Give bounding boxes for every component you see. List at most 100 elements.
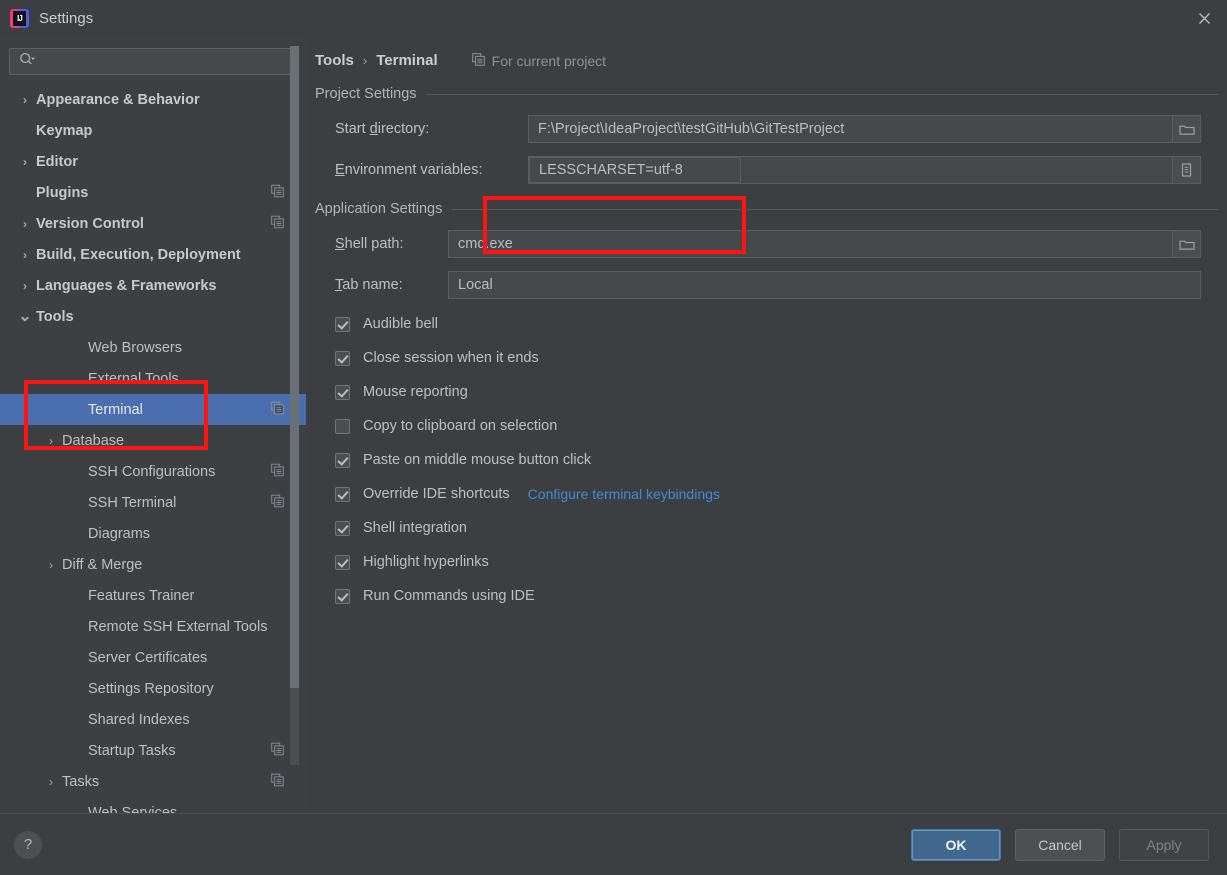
sidebar-item-features-trainer[interactable]: Features Trainer — [0, 580, 306, 611]
sidebar-item-remote-ssh-external-tools[interactable]: Remote SSH External Tools — [0, 611, 306, 642]
breadcrumb: Tools › Terminal For current project — [306, 36, 1227, 69]
checkbox-highlight-hyperlinks[interactable] — [335, 554, 350, 570]
checkbox-row-audible-bell[interactable]: Audible bell — [315, 307, 1218, 341]
project-scope-icon — [271, 463, 284, 480]
sidebar-item-external-tools[interactable]: External Tools — [0, 363, 306, 394]
checkbox-row-close-session-when-it-ends[interactable]: Close session when it ends — [315, 341, 1218, 375]
sidebar-item-plugins[interactable]: Plugins — [0, 177, 306, 208]
search-input[interactable] — [35, 53, 290, 70]
ok-button[interactable]: OK — [911, 828, 1001, 861]
checkbox-run-commands-using-ide[interactable] — [335, 588, 350, 604]
sidebar-item-tasks[interactable]: › Tasks — [0, 766, 306, 797]
project-scope-icon — [271, 494, 284, 511]
chevron-right-icon[interactable]: › — [14, 248, 36, 262]
scope-hint: For current project — [471, 52, 607, 69]
checkbox-label: Audible bell — [363, 316, 438, 332]
dialog-footer: ? OK Cancel Apply — [0, 813, 1227, 875]
sidebar-item-terminal[interactable]: Terminal — [0, 394, 306, 425]
settings-tree[interactable]: › Appearance & Behavior Keymap › Editor Plugi… — [0, 84, 306, 813]
chevron-right-icon[interactable]: › — [14, 217, 36, 231]
search-box[interactable] — [9, 48, 297, 75]
terminal-options-list: Audible bell Close session when it ends Mo… — [315, 307, 1218, 613]
sidebar-scrollbar-thumb[interactable] — [290, 46, 299, 688]
sidebar-item-appearance-behavior[interactable]: › Appearance & Behavior — [0, 84, 306, 115]
sidebar-item-label: External Tools — [88, 370, 179, 387]
checkbox-copy-to-clipboard-on-selection[interactable] — [335, 418, 350, 434]
checkbox-label: Highlight hyperlinks — [363, 554, 489, 570]
chevron-right-icon[interactable]: › — [14, 155, 36, 169]
sidebar-item-label: Languages & Frameworks — [36, 277, 217, 294]
environment-variables-field[interactable]: LESSCHARSET=utf-8 — [528, 156, 1201, 184]
sidebar-item-diff-merge[interactable]: › Diff & Merge — [0, 549, 306, 580]
configure-terminal-keybindings-link[interactable]: Configure terminal keybindings — [528, 486, 720, 502]
sidebar-item-ssh-configurations[interactable]: SSH Configurations — [0, 456, 306, 487]
chevron-right-icon[interactable]: › — [14, 93, 36, 107]
sidebar-item-label: Web Services — [88, 804, 178, 814]
checkbox-paste-on-middle-mouse-button-click[interactable] — [335, 452, 350, 468]
checkbox-row-shell-integration[interactable]: Shell integration — [315, 511, 1218, 545]
checkbox-mouse-reporting[interactable] — [335, 384, 350, 400]
checkbox-close-session-when-it-ends[interactable] — [335, 350, 350, 366]
environment-variables-value[interactable]: LESSCHARSET=utf-8 — [529, 157, 741, 183]
sidebar-item-label: Build, Execution, Deployment — [36, 246, 241, 263]
checkbox-override-ide-shortcuts[interactable] — [335, 486, 350, 502]
close-icon[interactable] — [1181, 0, 1227, 36]
checkbox-row-paste-on-middle-mouse-button-click[interactable]: Paste on middle mouse button click — [315, 443, 1218, 477]
chevron-right-icon[interactable]: › — [14, 279, 36, 293]
tab-name-field[interactable]: Local — [448, 271, 1201, 299]
project-settings-title: Project Settings — [315, 86, 417, 102]
chevron-right-icon[interactable]: › — [40, 434, 62, 448]
sidebar-item-server-certificates[interactable]: Server Certificates — [0, 642, 306, 673]
start-directory-value[interactable]: F:\Project\IdeaProject\testGitHub\GitTes… — [529, 121, 1172, 137]
project-scope-icon — [271, 773, 284, 790]
sidebar-item-web-browsers[interactable]: Web Browsers — [0, 332, 306, 363]
folder-icon[interactable] — [1172, 231, 1200, 257]
chevron-right-icon[interactable]: › — [40, 558, 62, 572]
sidebar-item-web-services[interactable]: Web Services — [0, 797, 306, 814]
chevron-down-icon[interactable]: ⌄ — [14, 308, 36, 324]
checkbox-row-highlight-hyperlinks[interactable]: Highlight hyperlinks — [315, 545, 1218, 579]
sidebar-item-editor[interactable]: › Editor — [0, 146, 306, 177]
shell-path-label: Shell path: — [335, 236, 448, 252]
checkbox-row-run-commands-using-ide[interactable]: Run Commands using IDE — [315, 579, 1218, 613]
sidebar-item-label: Editor — [36, 153, 78, 170]
tab-name-value[interactable]: Local — [449, 277, 1200, 293]
sidebar-item-ssh-terminal[interactable]: SSH Terminal — [0, 487, 306, 518]
environment-variables-label: Environment variables: — [335, 162, 528, 178]
shell-path-value[interactable]: cmd.exe — [449, 236, 1172, 252]
sidebar-item-shared-indexes[interactable]: Shared Indexes — [0, 704, 306, 735]
sidebar-item-settings-repository[interactable]: Settings Repository — [0, 673, 306, 704]
checkbox-audible-bell[interactable] — [335, 316, 350, 332]
cancel-button[interactable]: Cancel — [1015, 828, 1105, 861]
checkbox-row-copy-to-clipboard-on-selection[interactable]: Copy to clipboard on selection — [315, 409, 1218, 443]
sidebar-item-database[interactable]: › Database — [0, 425, 306, 456]
sidebar-item-version-control[interactable]: › Version Control — [0, 208, 306, 239]
list-icon[interactable] — [1172, 157, 1200, 183]
checkbox-row-override-ide-shortcuts[interactable]: Override IDE shortcuts Configure terminal… — [315, 477, 1218, 511]
sidebar-item-keymap[interactable]: Keymap — [0, 115, 306, 146]
application-settings-section: Application Settings Shell path: cmd.exe — [306, 201, 1227, 613]
folder-icon[interactable] — [1172, 116, 1200, 142]
checkbox-label: Copy to clipboard on selection — [363, 418, 558, 434]
sidebar-item-tools[interactable]: ⌄ Tools — [0, 301, 306, 332]
sidebar-item-build-execution-deployment[interactable]: › Build, Execution, Deployment — [0, 239, 306, 270]
breadcrumb-root[interactable]: Tools — [315, 52, 354, 69]
scope-hint-text: For current project — [491, 52, 607, 69]
chevron-right-icon[interactable]: › — [40, 775, 62, 789]
start-directory-label: Start directory: — [335, 121, 528, 137]
start-directory-field[interactable]: F:\Project\IdeaProject\testGitHub\GitTes… — [528, 115, 1201, 143]
checkbox-shell-integration[interactable] — [335, 520, 350, 536]
sidebar-item-languages-frameworks[interactable]: › Languages & Frameworks — [0, 270, 306, 301]
help-button[interactable]: ? — [14, 830, 42, 859]
sidebar-item-diagrams[interactable]: Diagrams — [0, 518, 306, 549]
label-prefix: Start — [335, 121, 370, 137]
start-directory-row: Start directory: F:\Project\IdeaProject\… — [315, 115, 1218, 143]
sidebar-item-startup-tasks[interactable]: Startup Tasks — [0, 735, 306, 766]
apply-button[interactable]: Apply — [1119, 828, 1209, 861]
shell-path-field[interactable]: cmd.exe — [448, 230, 1201, 258]
checkbox-row-mouse-reporting[interactable]: Mouse reporting — [315, 375, 1218, 409]
title-bar: Settings — [0, 0, 1227, 36]
search-icon — [19, 52, 36, 71]
label-suffix: irectory: — [377, 121, 430, 137]
project-scope-icon — [271, 215, 284, 232]
